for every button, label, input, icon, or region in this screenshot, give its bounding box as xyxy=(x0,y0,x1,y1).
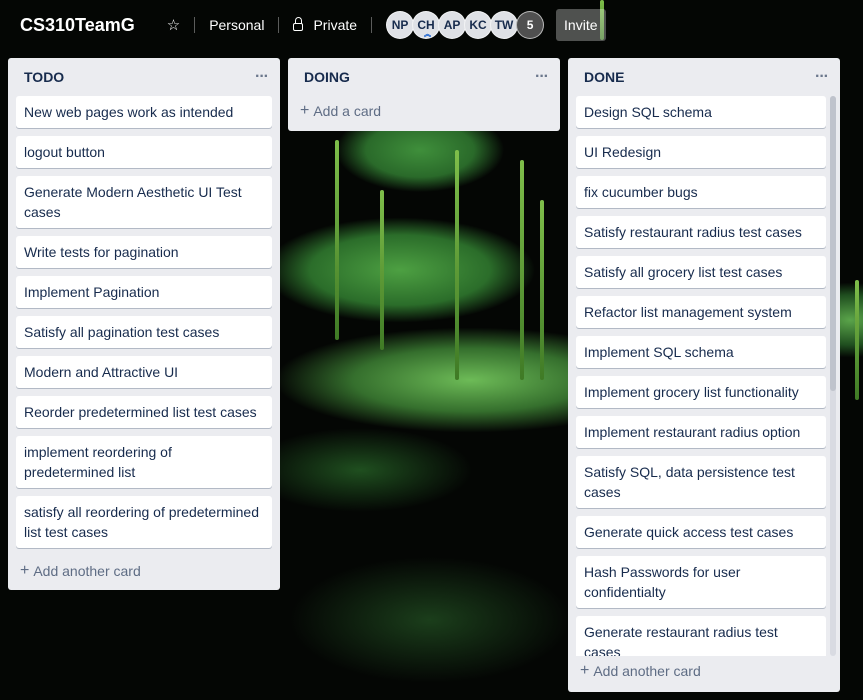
team-button[interactable]: Personal xyxy=(203,9,270,41)
star-button[interactable]: ☆ xyxy=(161,9,186,41)
list-doing: DOING ··· + Add a card xyxy=(288,58,560,131)
card[interactable]: Write tests for pagination xyxy=(16,236,272,268)
card-list: New web pages work as intended logout bu… xyxy=(8,96,280,548)
avatar-initials: KC xyxy=(469,18,487,32)
card[interactable]: Satisfy SQL, data persistence test cases xyxy=(576,456,826,508)
card[interactable]: Satisfy all pagination test cases xyxy=(16,316,272,348)
card[interactable]: Modern and Attractive UI xyxy=(16,356,272,388)
lock-icon xyxy=(293,17,304,31)
list-menu-icon[interactable]: ··· xyxy=(255,68,269,86)
list-header: DOING ··· xyxy=(288,58,560,96)
avatar[interactable]: NP xyxy=(386,11,415,39)
card[interactable]: fix cucumber bugs xyxy=(576,176,826,208)
header-divider xyxy=(371,17,373,33)
add-card-button[interactable]: + Add another card xyxy=(8,556,280,586)
list-title[interactable]: DONE xyxy=(584,69,624,85)
card[interactable]: Reorder predetermined list test cases xyxy=(16,396,272,428)
more-members-button[interactable]: 5 xyxy=(516,11,545,39)
card-list: Design SQL schema UI Redesign fix cucumb… xyxy=(568,96,840,656)
header-divider xyxy=(278,17,280,33)
card[interactable]: UI Redesign xyxy=(576,136,826,168)
visibility-button[interactable]: Private xyxy=(287,9,363,41)
background-decoration xyxy=(455,150,459,380)
list-header: TODO ··· xyxy=(8,58,280,96)
header-divider xyxy=(194,17,196,33)
card[interactable]: Generate Modern Aesthetic UI Test cases xyxy=(16,176,272,228)
card[interactable]: Refactor list management system xyxy=(576,296,826,328)
add-card-label: Add another card xyxy=(593,663,701,679)
scrollbar-thumb[interactable] xyxy=(830,96,836,391)
add-card-button[interactable]: + Add a card xyxy=(288,96,560,126)
card[interactable]: New web pages work as intended xyxy=(16,96,272,128)
list-menu-icon[interactable]: ··· xyxy=(815,68,829,86)
card[interactable]: Implement grocery list functionality xyxy=(576,376,826,408)
avatar[interactable]: TW xyxy=(490,11,519,39)
card[interactable]: Satisfy restaurant radius test cases xyxy=(576,216,826,248)
avatar[interactable]: AP xyxy=(438,11,467,39)
card[interactable]: Implement SQL schema xyxy=(576,336,826,368)
card[interactable]: Hash Passwords for user confidentialty xyxy=(576,556,826,608)
avatar[interactable]: KC xyxy=(464,11,493,39)
card[interactable]: Implement restaurant radius option xyxy=(576,416,826,448)
card[interactable]: Generate restaurant radius test cases xyxy=(576,616,826,656)
add-card-button[interactable]: + Add another card xyxy=(568,656,840,686)
add-card-label: Add another card xyxy=(33,563,141,579)
add-card-label: Add a card xyxy=(313,103,382,119)
plus-icon: + xyxy=(580,662,590,679)
card[interactable]: implement reordering of predetermined li… xyxy=(16,436,272,488)
avatar-initials: TW xyxy=(494,18,514,32)
admin-chevron-icon: ︽ xyxy=(424,31,432,38)
card[interactable]: Satisfy all grocery list test cases xyxy=(576,256,826,288)
board-header: CS310TeamG ☆ Personal Private NP CH ︽ AP … xyxy=(0,0,863,50)
background-decoration xyxy=(855,280,859,400)
background-decoration xyxy=(540,200,544,380)
background-decoration xyxy=(380,190,384,350)
plus-icon: + xyxy=(20,562,30,579)
team-label: Personal xyxy=(209,17,265,33)
board-title[interactable]: CS310TeamG xyxy=(20,15,135,36)
list-menu-icon[interactable]: ··· xyxy=(535,68,549,86)
list-done: DONE ··· Design SQL schema UI Redesign f… xyxy=(568,58,840,692)
avatar-initials: NP xyxy=(391,18,409,32)
card-scroll-area: Design SQL schema UI Redesign fix cucumb… xyxy=(568,96,840,656)
background-decoration xyxy=(520,160,524,380)
card[interactable]: Implement Pagination xyxy=(16,276,272,308)
card[interactable]: logout button xyxy=(16,136,272,168)
list-header: DONE ··· xyxy=(568,58,840,96)
plus-icon: + xyxy=(300,102,310,119)
card[interactable]: satisfy all reordering of predetermined … xyxy=(16,496,272,548)
invite-button[interactable]: Invite xyxy=(556,9,606,41)
more-members-count: 5 xyxy=(526,18,534,32)
list-title[interactable]: TODO xyxy=(24,69,64,85)
list-todo: TODO ··· New web pages work as intended … xyxy=(8,58,280,590)
card[interactable]: Design SQL schema xyxy=(576,96,826,128)
avatar-initials: AP xyxy=(443,18,461,32)
avatar[interactable]: CH ︽ xyxy=(412,11,441,39)
visibility-label: Private xyxy=(313,17,358,33)
list-scrollbar[interactable] xyxy=(830,96,836,656)
background-decoration xyxy=(335,140,339,340)
star-icon: ☆ xyxy=(166,17,181,34)
member-avatars: NP CH ︽ AP KC TW 5 xyxy=(386,11,545,39)
card[interactable]: Generate quick access test cases xyxy=(576,516,826,548)
list-title[interactable]: DOING xyxy=(304,69,350,85)
